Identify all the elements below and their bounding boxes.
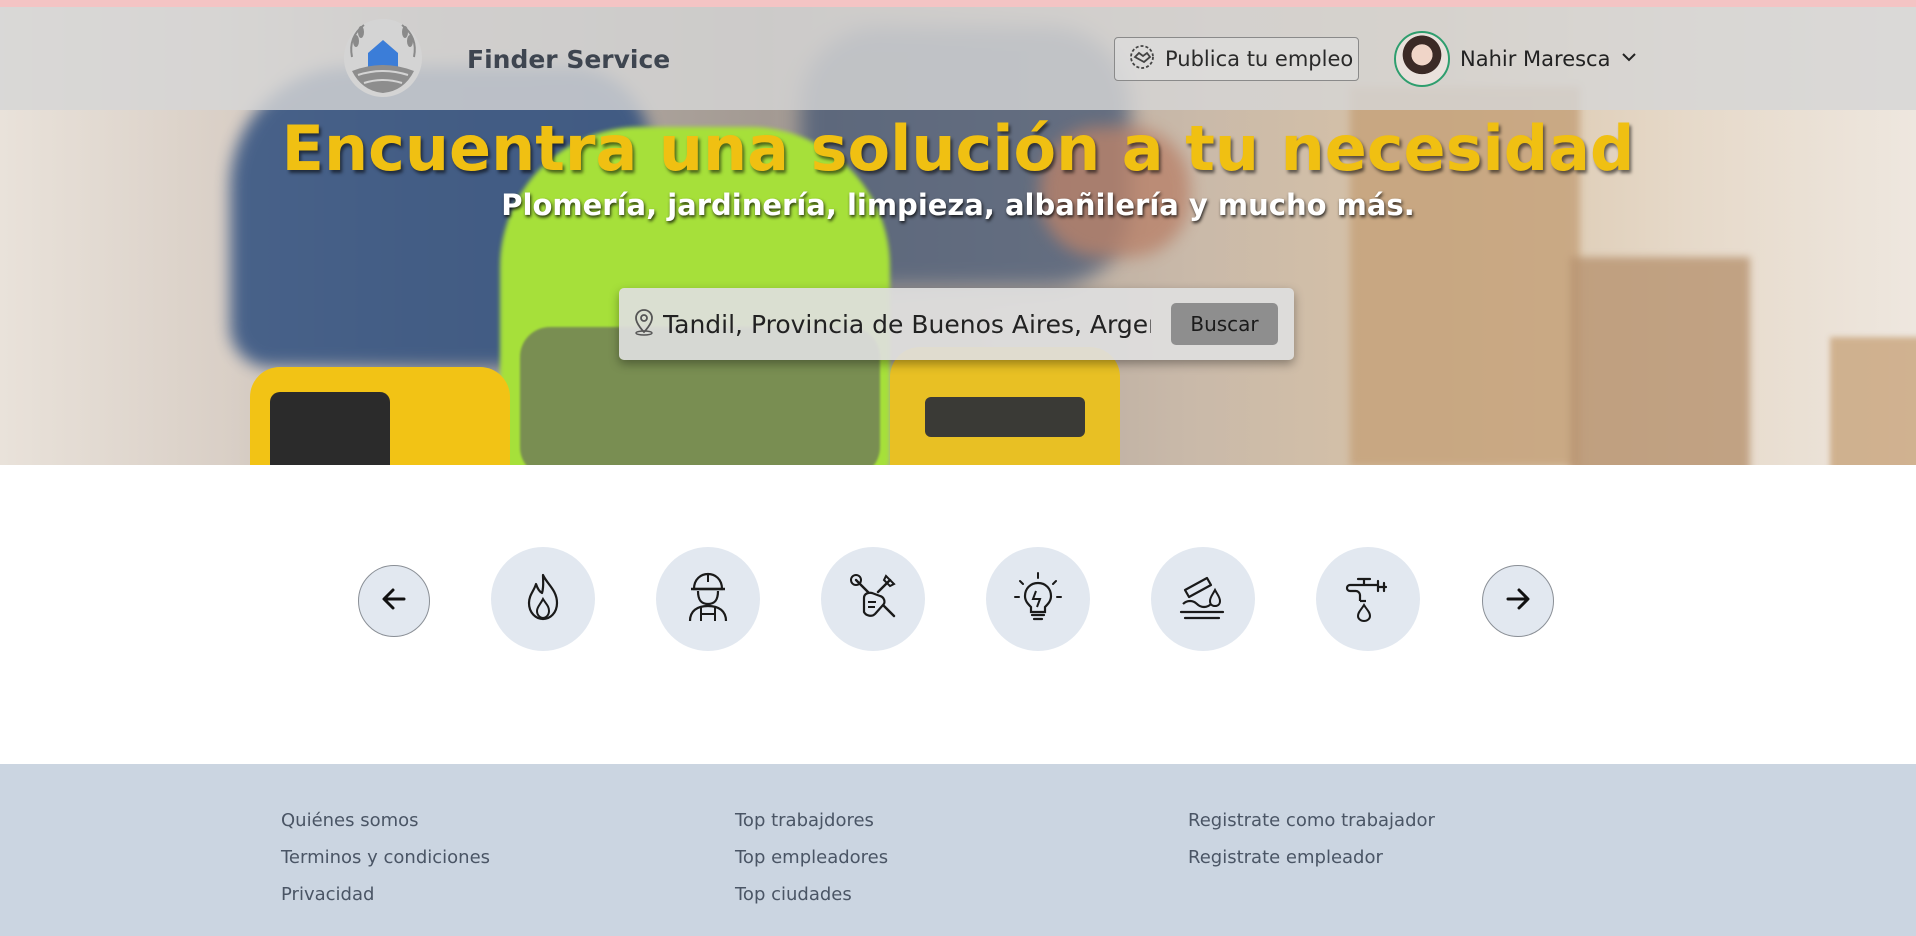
location-input[interactable] (663, 309, 1151, 339)
hero-photo-shape (1830, 337, 1916, 465)
category-plumbing-button[interactable] (1316, 547, 1420, 651)
faucet-icon (1342, 571, 1394, 628)
category-heating-button[interactable] (491, 547, 595, 651)
location-search-bar: Buscar (619, 288, 1294, 360)
search-button[interactable]: Buscar (1171, 303, 1278, 345)
chevron-down-icon (1620, 48, 1638, 71)
category-construction-button[interactable] (656, 547, 760, 651)
hero-photo-shape (270, 392, 390, 465)
footer-link-about[interactable]: Quiénes somos (281, 810, 490, 831)
user-name: Nahir Maresca (1460, 47, 1611, 71)
footer-link-privacy[interactable]: Privacidad (281, 884, 490, 905)
lightbulb-icon (1012, 571, 1064, 628)
arrow-left-icon (378, 583, 410, 620)
worker-icon (684, 571, 732, 628)
footer-link-register-employer[interactable]: Registrate empleador (1188, 847, 1435, 868)
publish-job-button[interactable]: Publica tu empleo (1114, 37, 1359, 81)
category-cleaning-button[interactable] (1151, 547, 1255, 651)
footer-link-register-worker[interactable]: Registrate como trabajador (1188, 810, 1435, 831)
location-pin-icon (633, 308, 655, 341)
footer-link-top-workers[interactable]: Top trabajdores (735, 810, 888, 831)
hero-photo-shape (1570, 257, 1750, 465)
category-repair-button[interactable] (821, 547, 925, 651)
brand-name[interactable]: Finder Service (467, 45, 670, 74)
cleaning-icon (1177, 572, 1229, 627)
hero-photo-shape (925, 397, 1085, 437)
footer-link-terms[interactable]: Terminos y condiciones (281, 847, 490, 868)
footer-column-top: Top trabajdores Top empleadores Top ciud… (735, 810, 888, 905)
footer-link-top-employers[interactable]: Top empleadores (735, 847, 888, 868)
fire-icon (521, 572, 565, 627)
footer: Quiénes somos Terminos y condiciones Pri… (0, 764, 1916, 936)
carousel-prev-button[interactable] (358, 565, 430, 637)
footer-link-top-cities[interactable]: Top ciudades (735, 884, 888, 905)
hero-subline: Plomería, jardinería, limpieza, albañile… (501, 188, 1415, 222)
brand-logo[interactable] (342, 17, 424, 99)
footer-column-register: Registrate como trabajador Registrate em… (1188, 810, 1435, 868)
navbar: Finder Service Publica tu empleo Nahir M… (0, 7, 1916, 110)
footer-column-about: Quiénes somos Terminos y condiciones Pri… (281, 810, 490, 905)
hero-headline: Encuentra una solución a tu necesidad (281, 112, 1635, 185)
handshake-icon (1129, 44, 1155, 75)
top-accent-strip (0, 0, 1916, 7)
tools-icon (848, 572, 898, 627)
category-electricity-button[interactable] (986, 547, 1090, 651)
arrow-right-icon (1502, 583, 1534, 620)
user-menu[interactable]: Nahir Maresca (1394, 31, 1638, 87)
publish-job-label: Publica tu empleo (1165, 47, 1354, 71)
avatar (1394, 31, 1450, 87)
carousel-next-button[interactable] (1482, 565, 1554, 637)
